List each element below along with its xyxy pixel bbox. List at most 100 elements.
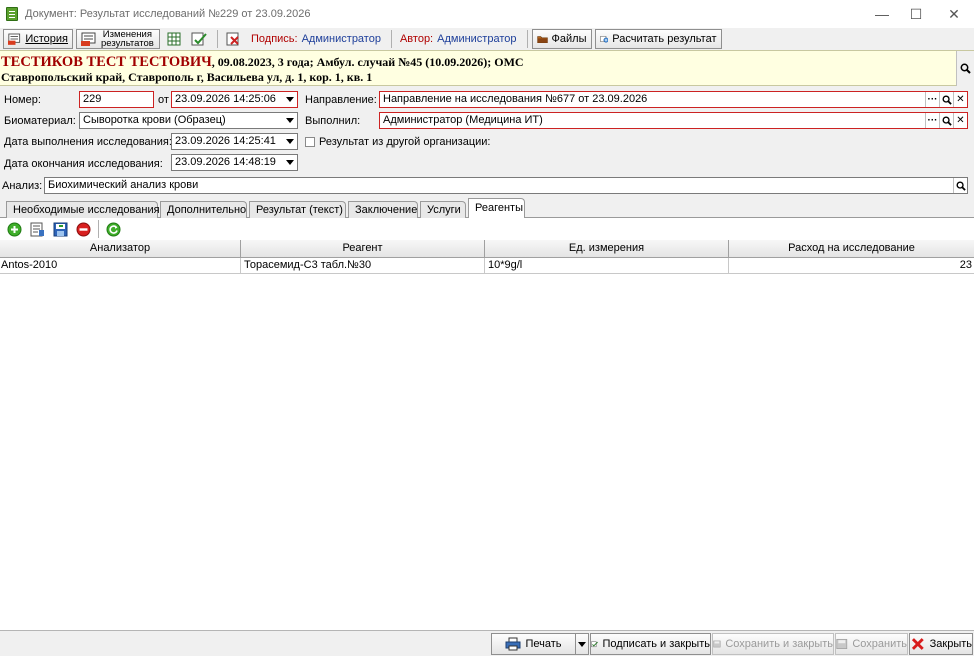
title-bar: Документ: Результат исследований №229 от… xyxy=(0,0,974,28)
performed-label: Выполнил: xyxy=(305,115,361,127)
cell-analyzer: Antos-2010 xyxy=(0,258,241,274)
biomaterial-select[interactable]: Сыворотка крови (Образец) xyxy=(79,112,298,129)
performed-ellipsis-button[interactable]: ··· xyxy=(925,113,939,128)
changes-icon xyxy=(81,32,96,46)
biomaterial-label: Биоматериал: xyxy=(4,115,76,127)
edit-row-button[interactable] xyxy=(29,221,46,238)
analysis-field[interactable]: Биохимический анализ крови xyxy=(44,177,968,194)
print-dropdown-button[interactable] xyxy=(575,633,589,655)
tab-required-research[interactable]: Необходимые исследования xyxy=(6,201,160,218)
maximize-button[interactable]: ☐ xyxy=(898,0,934,28)
files-button[interactable]: Файлы xyxy=(531,29,592,49)
tab-strip: Необходимые исследования Дополнительно Р… xyxy=(0,196,974,218)
refresh-icon xyxy=(106,222,121,236)
end-date-field[interactable]: 23.09.2026 14:48:19 xyxy=(171,154,298,171)
save-and-close-label: Сохранить и закрыть xyxy=(725,638,833,650)
patient-address: Ставропольский край, Ставрополь г, Васил… xyxy=(1,70,373,84)
edit-icon xyxy=(30,222,44,236)
grid-header: Анализатор Реагент Ед. измерения Расход … xyxy=(0,240,974,258)
files-label: Файлы xyxy=(551,33,587,45)
patient-line: ТЕСТИКОВ ТЕСТ ТЕСТОВИЧ, 09.08.2023, 3 го… xyxy=(1,54,524,71)
changes-label: Изменения результатов xyxy=(101,30,154,49)
chevron-down-icon[interactable] xyxy=(282,155,297,170)
table-view-button[interactable] xyxy=(163,29,185,49)
signature-label: Подпись: xyxy=(251,33,298,45)
folder-icon xyxy=(536,36,548,43)
chevron-down-icon[interactable] xyxy=(282,113,297,128)
sign-and-close-button[interactable]: Подписать и закрыть xyxy=(590,633,711,655)
direction-search-button[interactable] xyxy=(939,92,953,107)
analysis-value: Биохимический анализ крови xyxy=(48,179,199,191)
analysis-label: Анализ: xyxy=(2,180,43,192)
search-icon xyxy=(960,63,971,74)
number-field[interactable]: 229 xyxy=(79,91,154,108)
bottom-action-bar: Печать Подписать и закрыть Сохранить и з… xyxy=(0,630,974,656)
close-window-button[interactable]: ✕ xyxy=(936,0,972,28)
chevron-down-icon xyxy=(578,641,586,647)
close-button[interactable]: Закрыть xyxy=(909,633,973,655)
direction-clear-button[interactable]: ✕ xyxy=(953,92,967,107)
signature-value[interactable]: Администратор xyxy=(302,33,381,45)
research-form: Номер: 229 от 23.09.2026 14:25:06 Направ… xyxy=(0,86,974,196)
toolbar-separator xyxy=(217,30,218,48)
grid-toolbar xyxy=(0,218,974,240)
biomaterial-value: Сыворотка крови (Образец) xyxy=(83,114,226,126)
refresh-button[interactable] xyxy=(105,221,122,238)
save-button[interactable]: Сохранить xyxy=(835,633,908,655)
tab-services[interactable]: Услуги xyxy=(420,201,466,218)
direction-ellipsis-button[interactable]: ··· xyxy=(925,92,939,107)
performed-field[interactable]: Администратор (Медицина ИТ) ··· ✕ xyxy=(379,112,968,129)
search-icon xyxy=(955,180,966,191)
column-header-analyzer[interactable]: Анализатор xyxy=(0,240,241,258)
search-icon xyxy=(941,94,952,105)
analysis-search-button[interactable] xyxy=(953,178,967,193)
approve-button[interactable] xyxy=(188,29,210,49)
app-document-icon xyxy=(6,7,18,21)
reagents-grid: Анализатор Реагент Ед. измерения Расход … xyxy=(0,240,974,630)
sign-and-close-label: Подписать и закрыть xyxy=(602,638,710,650)
calculate-label: Расчитать результат xyxy=(612,33,717,45)
column-header-unit[interactable]: Ед. измерения xyxy=(485,240,729,258)
performed-clear-button[interactable]: ✕ xyxy=(953,113,967,128)
cell-consumption: 23 xyxy=(959,259,972,271)
patient-search-button[interactable] xyxy=(956,51,974,86)
exec-date-label: Дата выполнения исследования: xyxy=(4,136,172,148)
performed-search-button[interactable] xyxy=(939,113,953,128)
chevron-down-icon[interactable] xyxy=(282,92,297,107)
printer-icon xyxy=(505,637,521,651)
direction-field[interactable]: Направление на исследования №677 от 23.0… xyxy=(379,91,968,108)
tab-reagents[interactable]: Реагенты xyxy=(468,198,525,218)
from-date-field[interactable]: 23.09.2026 14:25:06 xyxy=(171,91,298,108)
patient-details: , 09.08.2023, 3 года; Амбул. случай №45 … xyxy=(211,55,524,69)
author-label: Автор: xyxy=(399,33,434,45)
column-header-reagent[interactable]: Реагент xyxy=(241,240,485,258)
close-label: Закрыть xyxy=(929,638,972,650)
other-org-checkbox[interactable] xyxy=(305,137,315,147)
history-button[interactable]: История xyxy=(3,29,73,49)
column-header-consumption[interactable]: Расход на исследование xyxy=(729,240,974,258)
calculate-result-button[interactable]: Расчитать результат xyxy=(594,29,722,49)
minimize-button[interactable]: — xyxy=(864,0,900,28)
end-date-label: Дата окончания исследования: xyxy=(4,158,163,170)
exec-date-value: 23.09.2026 14:25:41 xyxy=(175,135,276,147)
save-icon xyxy=(713,640,721,648)
toolbar-separator xyxy=(390,30,392,48)
close-icon xyxy=(911,638,924,650)
delete-document-button[interactable] xyxy=(222,29,244,49)
save-and-close-button[interactable]: Сохранить и закрыть xyxy=(712,633,834,655)
add-row-button[interactable] xyxy=(6,221,23,238)
tab-conclusion[interactable]: Заключение xyxy=(348,201,418,218)
tab-result-text[interactable]: Результат (текст) xyxy=(249,201,346,218)
exec-date-field[interactable]: 23.09.2026 14:25:41 xyxy=(171,133,298,150)
delete-row-button[interactable] xyxy=(75,221,92,238)
save-row-button[interactable] xyxy=(52,221,69,238)
changes-results-button[interactable]: Изменения результатов xyxy=(76,29,160,49)
author-value[interactable]: Администратор xyxy=(437,33,516,45)
chevron-down-icon[interactable] xyxy=(282,134,297,149)
checklist-icon xyxy=(191,32,207,46)
direction-value: Направление на исследования №677 от 23.0… xyxy=(383,93,648,105)
table-row[interactable]: Antos-2010 Торасемид-С3 табл.№30 10*9g/l… xyxy=(0,258,974,274)
toolbar-separator xyxy=(526,30,528,48)
print-button[interactable]: Печать xyxy=(491,633,576,655)
tab-additional[interactable]: Дополнительно xyxy=(160,201,247,218)
